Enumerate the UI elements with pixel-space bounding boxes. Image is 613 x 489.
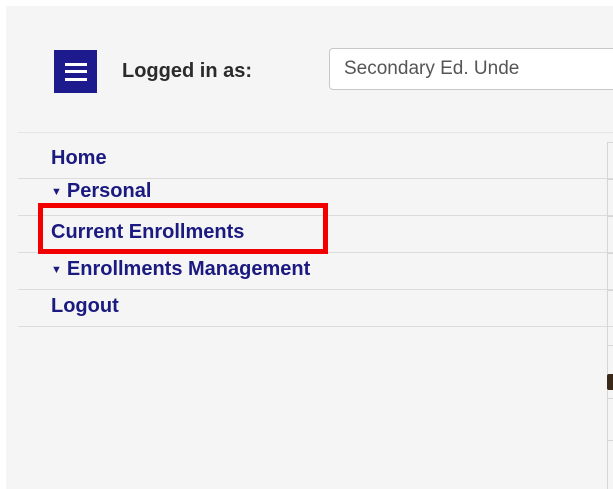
content-panel-edge-mark <box>607 374 613 390</box>
nav-divider <box>18 132 613 133</box>
sidebar-item-label: Enrollments Management <box>66 258 311 280</box>
sidebar-item-home[interactable]: Home <box>18 142 613 179</box>
sidebar-item-current-enrollments[interactable]: Current Enrollments <box>18 216 613 253</box>
hamburger-menu-icon <box>64 62 87 81</box>
caret-down-icon: ▼ <box>51 264 62 276</box>
role-select[interactable] <box>329 48 613 90</box>
sidebar-item-label: Home <box>51 147 107 169</box>
sidebar-item-enrollments-management[interactable]: ▼ Enrollments Management <box>18 253 613 290</box>
sidebar-item-personal[interactable]: ▼ Personal <box>18 179 613 216</box>
caret-down-icon: ▼ <box>51 186 62 198</box>
content-panel-edge <box>607 142 608 489</box>
page-frame: Logged in as: Home ▼ Personal Current Enr… <box>0 0 613 489</box>
sidebar-item-label: Logout <box>51 295 119 317</box>
sidebar-item-label: Current Enrollments <box>51 221 245 243</box>
sidebar-item-label: Personal <box>66 180 152 202</box>
hamburger-menu-button[interactable] <box>54 50 97 93</box>
logged-in-label: Logged in as: <box>122 60 252 82</box>
sidebar-item-logout[interactable]: Logout <box>18 290 613 327</box>
